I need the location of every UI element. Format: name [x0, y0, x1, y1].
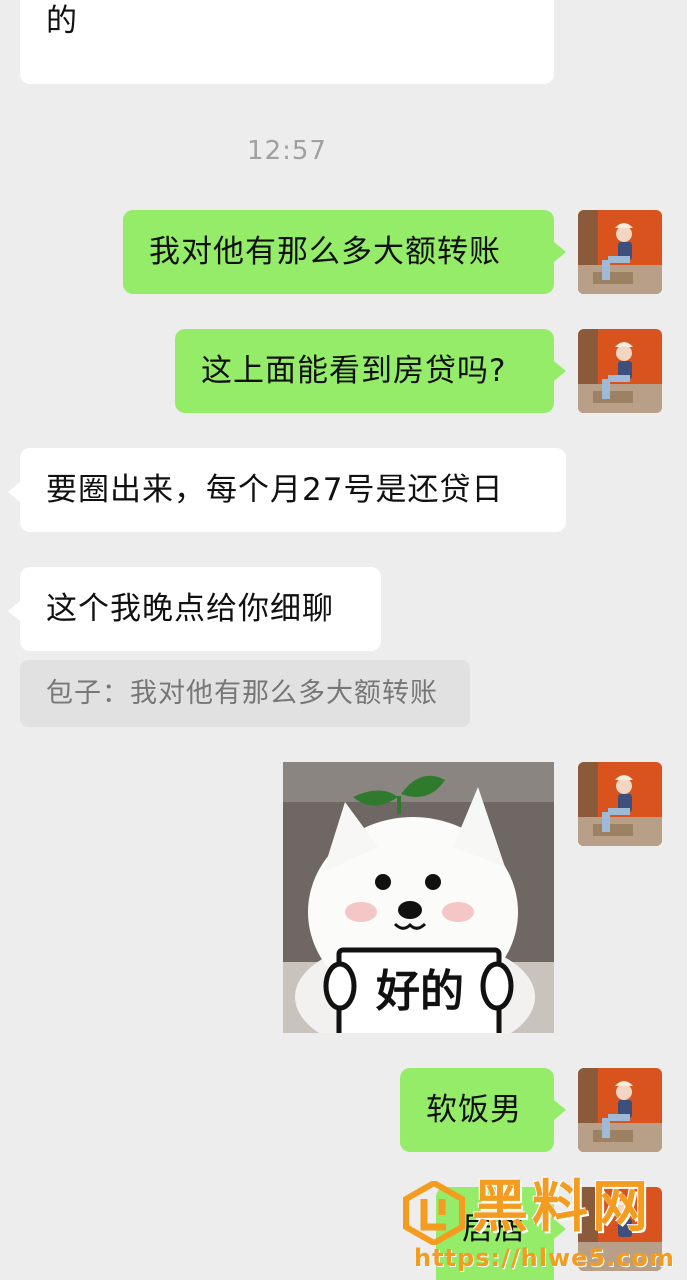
- avatar-photo: [578, 329, 662, 413]
- message-text: 要圈出来，每个月27号是还贷日: [46, 472, 504, 508]
- message-text: 软饭男: [426, 1092, 522, 1128]
- message-bubble-received[interactable]: 这个我晚点给你细聊: [8, 567, 381, 651]
- avatar-photo: [578, 210, 662, 294]
- message-bubble-received[interactable]: 要圈出来，每个月27号是还贷日: [8, 448, 566, 532]
- user-avatar[interactable]: [578, 210, 662, 294]
- message-bubble-sent[interactable]: 软饭男: [400, 1068, 566, 1152]
- watermark-brand: 黑料网: [472, 1175, 652, 1240]
- watermark-logo-icon: [403, 1181, 465, 1245]
- message-bubble-sent[interactable]: 这上面能看到房贷吗?: [175, 329, 566, 413]
- user-avatar[interactable]: [578, 1068, 662, 1152]
- chat-timestamp: 12:57: [247, 136, 327, 166]
- quoted-message[interactable]: 包子：我对他有那么多大额转账: [20, 660, 470, 727]
- message-text: 这上面能看到房贷吗?: [201, 353, 507, 389]
- message-bubble-received[interactable]: 我把银行给的表整理了一个简洁版的: [20, 0, 554, 84]
- user-avatar[interactable]: [578, 329, 662, 413]
- sticker-caption: 好的: [376, 966, 464, 1017]
- sticker-image[interactable]: 好的: [283, 762, 554, 1033]
- quoted-text: 包子：我对他有那么多大额转账: [46, 678, 438, 709]
- message-text: 这个我晚点给你细聊: [46, 591, 334, 627]
- user-avatar[interactable]: [578, 762, 662, 846]
- message-bubble-sent[interactable]: 我对他有那么多大额转账: [123, 210, 566, 294]
- avatar-photo: [578, 762, 662, 846]
- avatar-photo: [578, 1068, 662, 1152]
- watermark: 黑料网 https://hlwe5.com: [400, 1175, 687, 1280]
- message-text: 我对他有那么多大额转账: [149, 234, 501, 270]
- message-text: 我把银行给的表整理了一个简洁版的: [46, 3, 78, 39]
- watermark-url: https://hlwe5.com: [414, 1244, 675, 1272]
